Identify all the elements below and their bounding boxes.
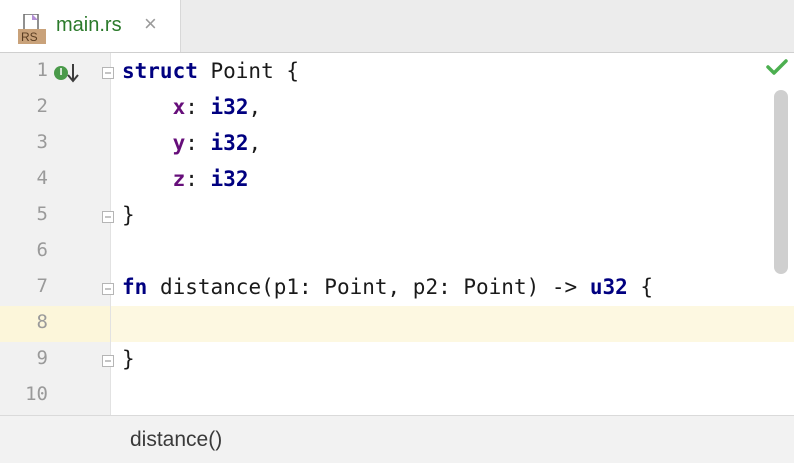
line-number: 10 <box>25 383 48 405</box>
rust-file-icon: RS <box>18 14 46 44</box>
code-text: , <box>248 131 262 155</box>
code-line[interactable]: } <box>122 203 135 227</box>
code-text: { <box>627 275 654 299</box>
code-text: } <box>122 203 135 227</box>
line-number: 2 <box>36 95 48 117</box>
type-name: u32 <box>589 275 628 299</box>
field-name: z <box>172 167 186 191</box>
fold-icon[interactable] <box>102 211 114 223</box>
editor-tab-bar: RS main.rs × <box>0 0 794 53</box>
line-number: 6 <box>36 239 48 261</box>
fold-icon[interactable] <box>102 283 114 295</box>
line-number: 4 <box>36 167 48 189</box>
keyword: struct <box>122 59 198 83</box>
breadcrumb-item-distance[interactable]: distance() <box>130 428 222 452</box>
line-number: 5 <box>36 203 48 225</box>
code-text: : <box>185 131 211 155</box>
type-name: i32 <box>210 167 249 191</box>
type-name: i32 <box>210 131 249 155</box>
line-number: 3 <box>36 131 48 153</box>
line-number: 8 <box>36 311 48 333</box>
code-line[interactable]: x: i32, <box>122 95 262 119</box>
code-text: distance(p1: Point, p2: Point) -> <box>147 275 590 299</box>
svg-text:RS: RS <box>21 30 38 44</box>
close-icon[interactable]: × <box>144 11 157 37</box>
code-line[interactable]: } <box>122 347 135 371</box>
code-line[interactable]: y: i32, <box>122 131 262 155</box>
fold-icon[interactable] <box>102 67 114 79</box>
code-line[interactable]: struct Point { <box>122 59 299 83</box>
code-text: : <box>185 167 211 191</box>
breadcrumb: distance() <box>0 415 794 463</box>
line-number: 9 <box>36 347 48 369</box>
code-line[interactable]: z: i32 <box>122 167 249 191</box>
tab-title[interactable]: main.rs <box>56 14 122 37</box>
code-line[interactable]: fn distance(p1: Point, p2: Point) -> u32… <box>122 275 653 299</box>
check-icon <box>766 59 788 75</box>
line-number: 1 <box>36 59 48 81</box>
current-line-highlight <box>111 306 794 342</box>
type-name: i32 <box>210 95 249 119</box>
tab-main-rs[interactable]: RS main.rs × <box>0 0 181 52</box>
arrow-down-icon[interactable] <box>66 62 80 84</box>
code-text: Point { <box>197 59 300 83</box>
field-name: x <box>172 95 186 119</box>
line-number: 7 <box>36 275 48 297</box>
code-text: , <box>248 95 262 119</box>
fold-icon[interactable] <box>102 355 114 367</box>
vertical-scrollbar[interactable] <box>774 90 788 274</box>
code-text: } <box>122 347 135 371</box>
code-text: : <box>185 95 211 119</box>
keyword: fn <box>122 275 148 299</box>
code-editor[interactable]: 1 2 3 4 5 6 7 8 9 10 I struct Point { x:… <box>0 53 794 415</box>
field-name: y <box>172 131 186 155</box>
